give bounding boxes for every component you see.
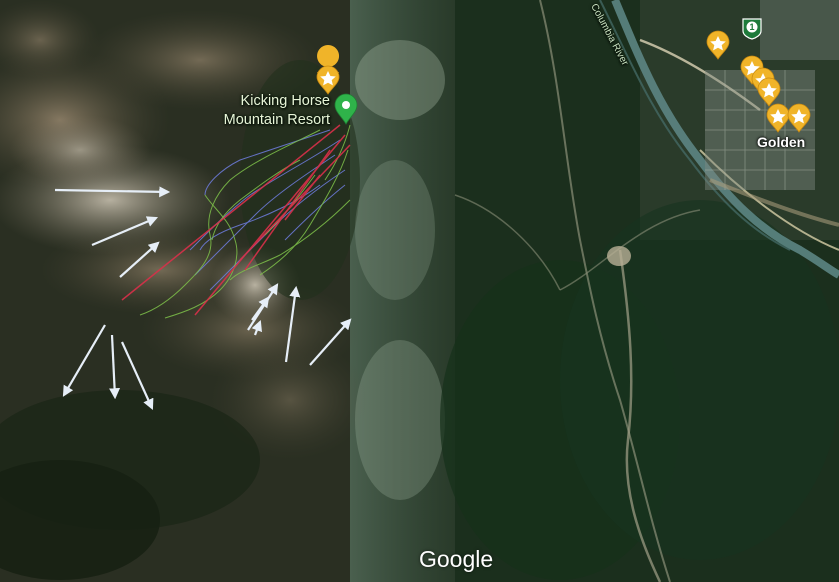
google-attribution-logo: Google (419, 546, 494, 572)
highway-shield-number: 1 (749, 22, 755, 32)
green-place-pin-icon[interactable] (334, 93, 358, 125)
starred-place-marker-icon[interactable] (757, 77, 781, 107)
starred-place-marker-icon[interactable] (787, 103, 811, 133)
resort-label-line2: Mountain Resort (223, 112, 330, 128)
starred-place-marker-icon[interactable] (706, 30, 730, 60)
resort-label[interactable]: Kicking Horse Mountain Resort (200, 92, 330, 130)
starred-place-marker-icon[interactable] (766, 103, 790, 133)
satellite-map[interactable]: Kicking Horse Mountain Resort Columbia R… (0, 0, 839, 582)
town-label[interactable]: Golden (757, 134, 805, 150)
starred-place-marker-icon[interactable] (316, 65, 340, 95)
resort-label-line1: Kicking Horse (240, 93, 330, 109)
poi-markers (316, 18, 811, 133)
